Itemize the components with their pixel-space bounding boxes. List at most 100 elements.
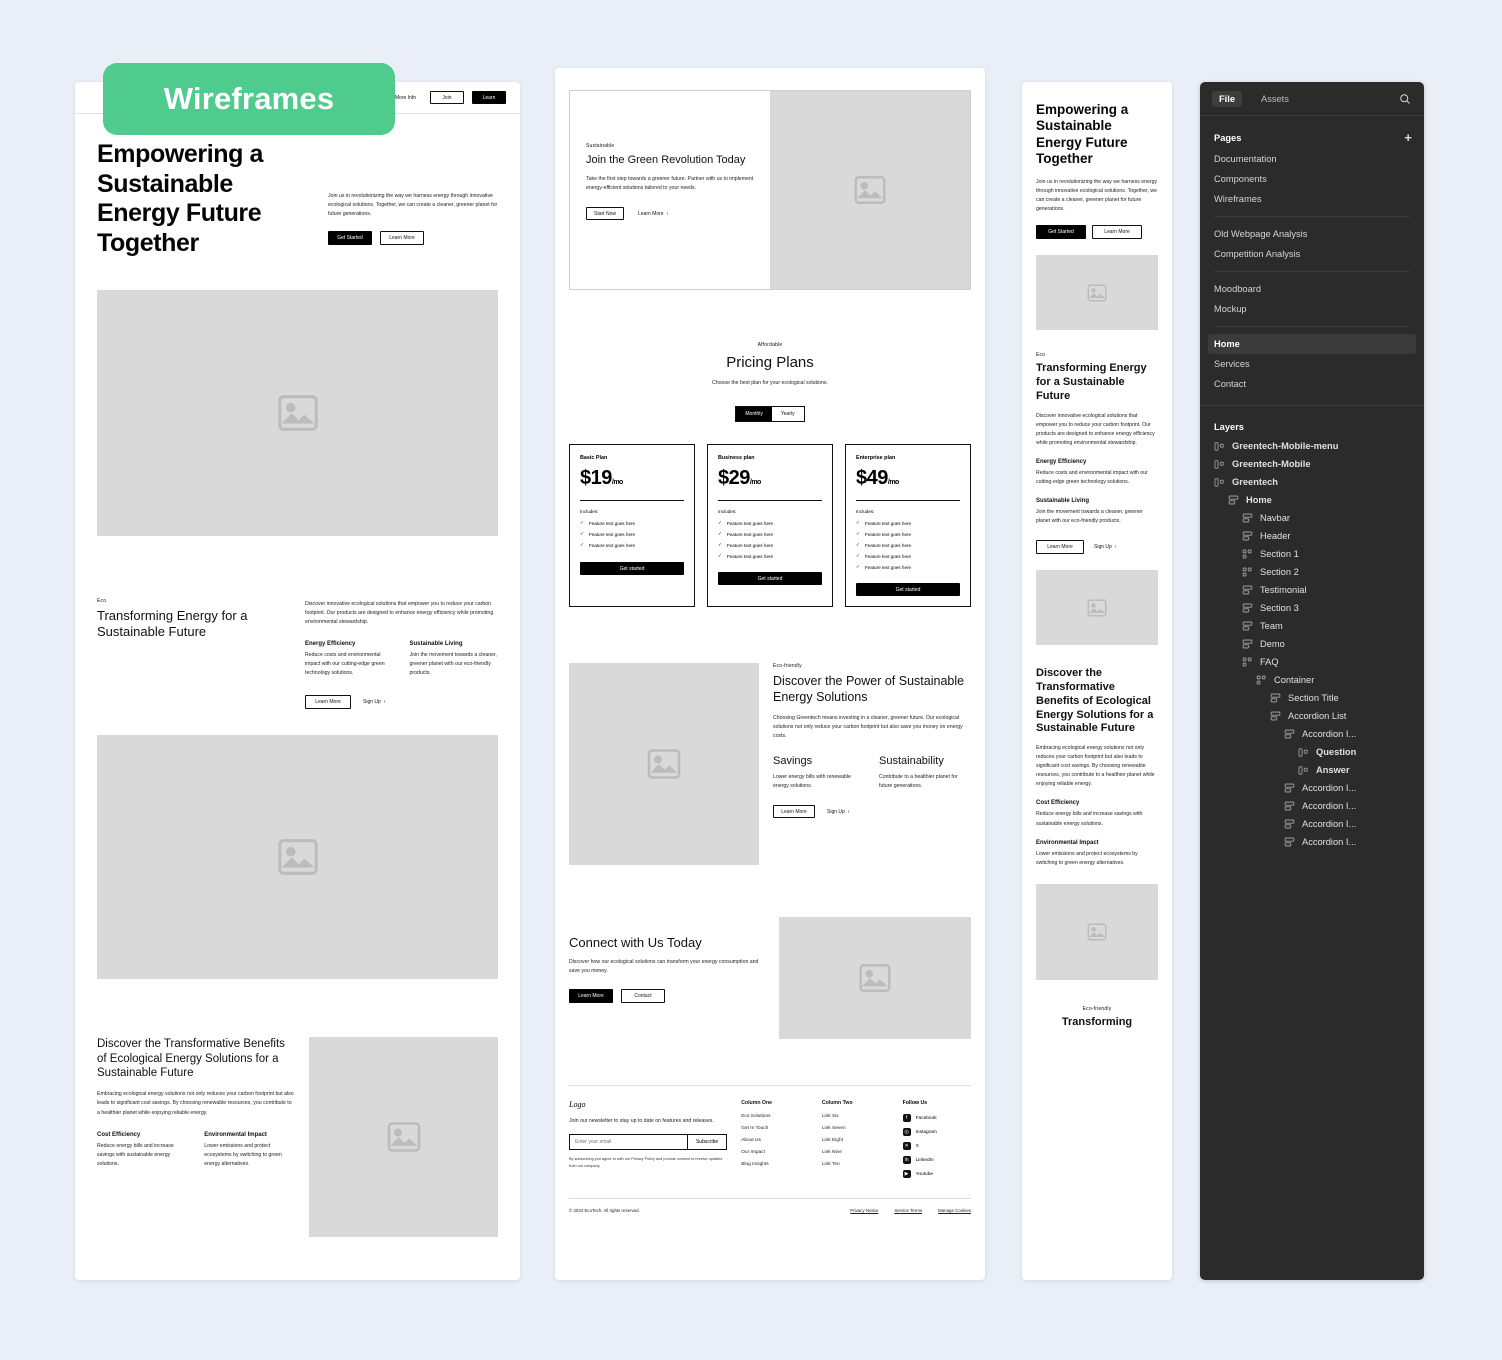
panel-item-home[interactable]: Home — [1208, 334, 1416, 354]
panel-item-wireframes[interactable]: Wireframes — [1200, 189, 1424, 209]
social-link[interactable]: ◎ Instagram — [902, 1128, 971, 1137]
layer-item[interactable]: Testimonial — [1200, 581, 1424, 599]
wf1-get-started-button[interactable]: Get Started — [328, 231, 372, 246]
divider — [1200, 405, 1424, 406]
social-label: Instagram — [915, 1129, 937, 1135]
subscribe-button[interactable]: Subscribe — [687, 1134, 728, 1151]
footer-link[interactable]: Link Six — [822, 1114, 889, 1119]
social-link[interactable]: ✕ X — [902, 1142, 971, 1151]
wireframe-mobile: Empowering a Sustainable Energy Future T… — [1022, 82, 1172, 1280]
wf2-cta-learn-more-button[interactable]: Learn More — [569, 989, 613, 1004]
footer-link[interactable]: Blog Insights — [741, 1162, 808, 1167]
panel-item-documentation[interactable]: Documentation — [1200, 149, 1424, 169]
legal-link[interactable]: Manage Cookies — [938, 1208, 971, 1213]
panel-item-contact[interactable]: Contact — [1200, 374, 1424, 394]
layer-item[interactable]: Section 2 — [1200, 563, 1424, 581]
wf3-s2-body: Discover innovative ecological solutions… — [1036, 412, 1155, 446]
footer-link[interactable]: Link Eight — [822, 1138, 889, 1143]
wf3-learn-more-button[interactable]: Learn More — [1092, 225, 1142, 240]
panel-item-competition-analysis[interactable]: Competition Analysis — [1200, 244, 1424, 264]
layer-item[interactable]: Section 3 — [1200, 599, 1424, 617]
footer-link[interactable]: Eco Solutions — [741, 1114, 808, 1119]
billing-period-toggle[interactable]: Monthly Yearly — [735, 406, 805, 423]
layer-item[interactable]: Greentech-Mobile-menu — [1200, 437, 1424, 455]
layer-item[interactable]: Question — [1200, 743, 1424, 761]
wf3-s2-sign-up-label: Sign Up — [1094, 544, 1112, 551]
pricing-feature: ✓ Feature text goes here — [580, 520, 636, 526]
panel-item-moodboard[interactable]: Moodboard — [1200, 279, 1424, 299]
panel-item-services[interactable]: Services — [1200, 354, 1424, 374]
footer-link[interactable]: Our Impact — [741, 1150, 808, 1155]
wf3-s2-learn-more-button[interactable]: Learn More — [1036, 540, 1084, 555]
tab-assets[interactable]: Assets — [1254, 91, 1296, 107]
nav-join-button[interactable]: Join — [430, 91, 464, 104]
layer-item[interactable]: Accordion I... — [1200, 725, 1424, 743]
footer-link[interactable]: Link Ten — [822, 1162, 889, 1167]
panel-item-mockup[interactable]: Mockup — [1200, 299, 1424, 319]
layer-item[interactable]: Section Title — [1200, 689, 1424, 707]
panel-item-old-webpage-analysis[interactable]: Old Webpage Analysis — [1200, 224, 1424, 244]
facebook-icon: f — [902, 1114, 911, 1123]
wf2-cta-contact-button[interactable]: Contact — [621, 989, 665, 1004]
plan-get-started-button[interactable]: Get started — [580, 562, 684, 576]
wf2-pricing-header: Affordable Pricing Plans Choose the best… — [555, 290, 985, 423]
email-input[interactable] — [569, 1134, 688, 1151]
layer-item[interactable]: Container — [1200, 671, 1424, 689]
wf1-s2-learn-more-button[interactable]: Learn More — [305, 694, 351, 709]
social-link[interactable]: ▶ Youtube — [902, 1170, 971, 1179]
footer-logo: Logo — [569, 1100, 586, 1110]
wf3-s2-sign-up-link[interactable]: Sign Up › — [1094, 544, 1116, 550]
wf1-s2-sign-up-link[interactable]: Sign Up › — [363, 699, 385, 705]
layer-label: Navbar — [1260, 513, 1290, 523]
social-link[interactable]: in LinkedIn — [902, 1156, 971, 1165]
wf2-discover-sign-up-link[interactable]: Sign Up › — [827, 809, 849, 815]
plan-get-started-button[interactable]: Get started — [718, 572, 822, 586]
layer-item[interactable]: Accordion I... — [1200, 779, 1424, 797]
wf3-get-started-button[interactable]: Get Started — [1036, 225, 1086, 240]
wf1-s2-eyebrow: Eco — [97, 598, 107, 604]
wf1-s2-title: Transforming Energy for a Sustainable Fu… — [97, 608, 248, 639]
footer-link[interactable]: About Us — [741, 1138, 808, 1143]
wf3-s4-eyebrow: Eco-friendly — [1082, 1005, 1112, 1012]
footer-follow-title: Follow Us — [902, 1100, 928, 1107]
plan-get-started-button[interactable]: Get started — [856, 583, 960, 597]
wf2-cta-section: Connect with Us Today Discover how our e… — [555, 865, 985, 1040]
wf3-s3-title: Discover the Transformative Benefits of … — [1036, 667, 1154, 735]
tab-file[interactable]: File — [1212, 90, 1243, 107]
panel-item-components[interactable]: Components — [1200, 169, 1424, 189]
footer-link[interactable]: Get In Touch — [741, 1126, 808, 1131]
wf1-learn-more-button[interactable]: Learn More — [380, 231, 424, 246]
layer-item[interactable]: Greentech-Mobile — [1200, 455, 1424, 473]
toggle-yearly[interactable]: Yearly — [771, 407, 804, 422]
legal-link[interactable]: Privacy Notice — [850, 1208, 878, 1213]
layer-item[interactable]: Navbar — [1200, 509, 1424, 527]
layer-item[interactable]: Accordion I... — [1200, 833, 1424, 851]
footer-link[interactable]: Link Seven — [822, 1126, 889, 1131]
wf2-discover-learn-more-button[interactable]: Learn More — [773, 805, 815, 819]
add-page-icon[interactable]: + — [1404, 131, 1412, 144]
toggle-monthly[interactable]: Monthly — [736, 407, 772, 422]
layer-item[interactable]: Greentech — [1200, 473, 1424, 491]
layer-item[interactable]: Team — [1200, 617, 1424, 635]
layer-item[interactable]: Accordion I... — [1200, 815, 1424, 833]
layer-item[interactable]: FAQ — [1200, 653, 1424, 671]
wf2-hero-learn-more-label: Learn More — [638, 210, 664, 217]
wf2-hero-learn-more-link[interactable]: Learn More › — [638, 211, 668, 217]
design-tool-panel: File Assets Pages + Documentation Compone… — [1200, 82, 1424, 1280]
wf2-start-now-button[interactable]: Start Now — [586, 207, 624, 221]
legal-link[interactable]: Service Terms — [894, 1208, 922, 1213]
footer-link[interactable]: Link Nine — [822, 1150, 889, 1155]
layer-item[interactable]: Header — [1200, 527, 1424, 545]
layer-item[interactable]: Answer — [1200, 761, 1424, 779]
wf1-s3-col1-title: Cost Efficiency — [97, 1131, 141, 1138]
layer-item[interactable]: Section 1 — [1200, 545, 1424, 563]
nav-link-more-info[interactable]: More Info — [395, 95, 416, 101]
nav-learn-button[interactable]: Learn — [472, 91, 506, 104]
search-icon[interactable] — [1398, 92, 1412, 106]
layer-item[interactable]: Demo — [1200, 635, 1424, 653]
social-link[interactable]: f Facebook — [902, 1114, 971, 1123]
layer-item[interactable]: Accordion I... — [1200, 797, 1424, 815]
layer-item[interactable]: Home — [1200, 491, 1424, 509]
newsletter-form: Subscribe — [569, 1134, 728, 1151]
layer-item[interactable]: Accordion List — [1200, 707, 1424, 725]
